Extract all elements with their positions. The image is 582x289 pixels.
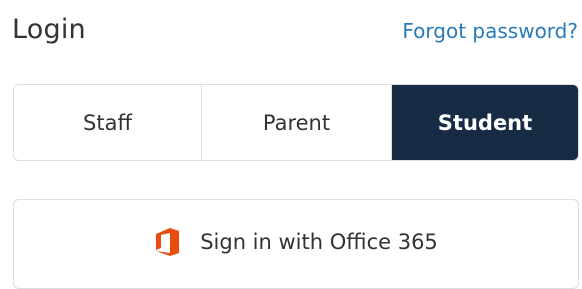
page-title: Login	[12, 14, 86, 45]
sign-in-office365-button[interactable]: Sign in with Office 365	[13, 199, 579, 289]
login-header: Login Forgot password?	[12, 12, 578, 48]
tab-staff[interactable]: Staff	[14, 85, 202, 160]
office-365-icon	[154, 227, 180, 257]
forgot-password-link[interactable]: Forgot password?	[402, 19, 578, 43]
tab-student[interactable]: Student	[392, 85, 578, 160]
role-selector: Staff Parent Student	[13, 84, 579, 161]
tab-parent[interactable]: Parent	[202, 85, 392, 160]
office365-button-label: Sign in with Office 365	[200, 230, 438, 254]
office365-button-content: Sign in with Office 365	[14, 227, 578, 257]
